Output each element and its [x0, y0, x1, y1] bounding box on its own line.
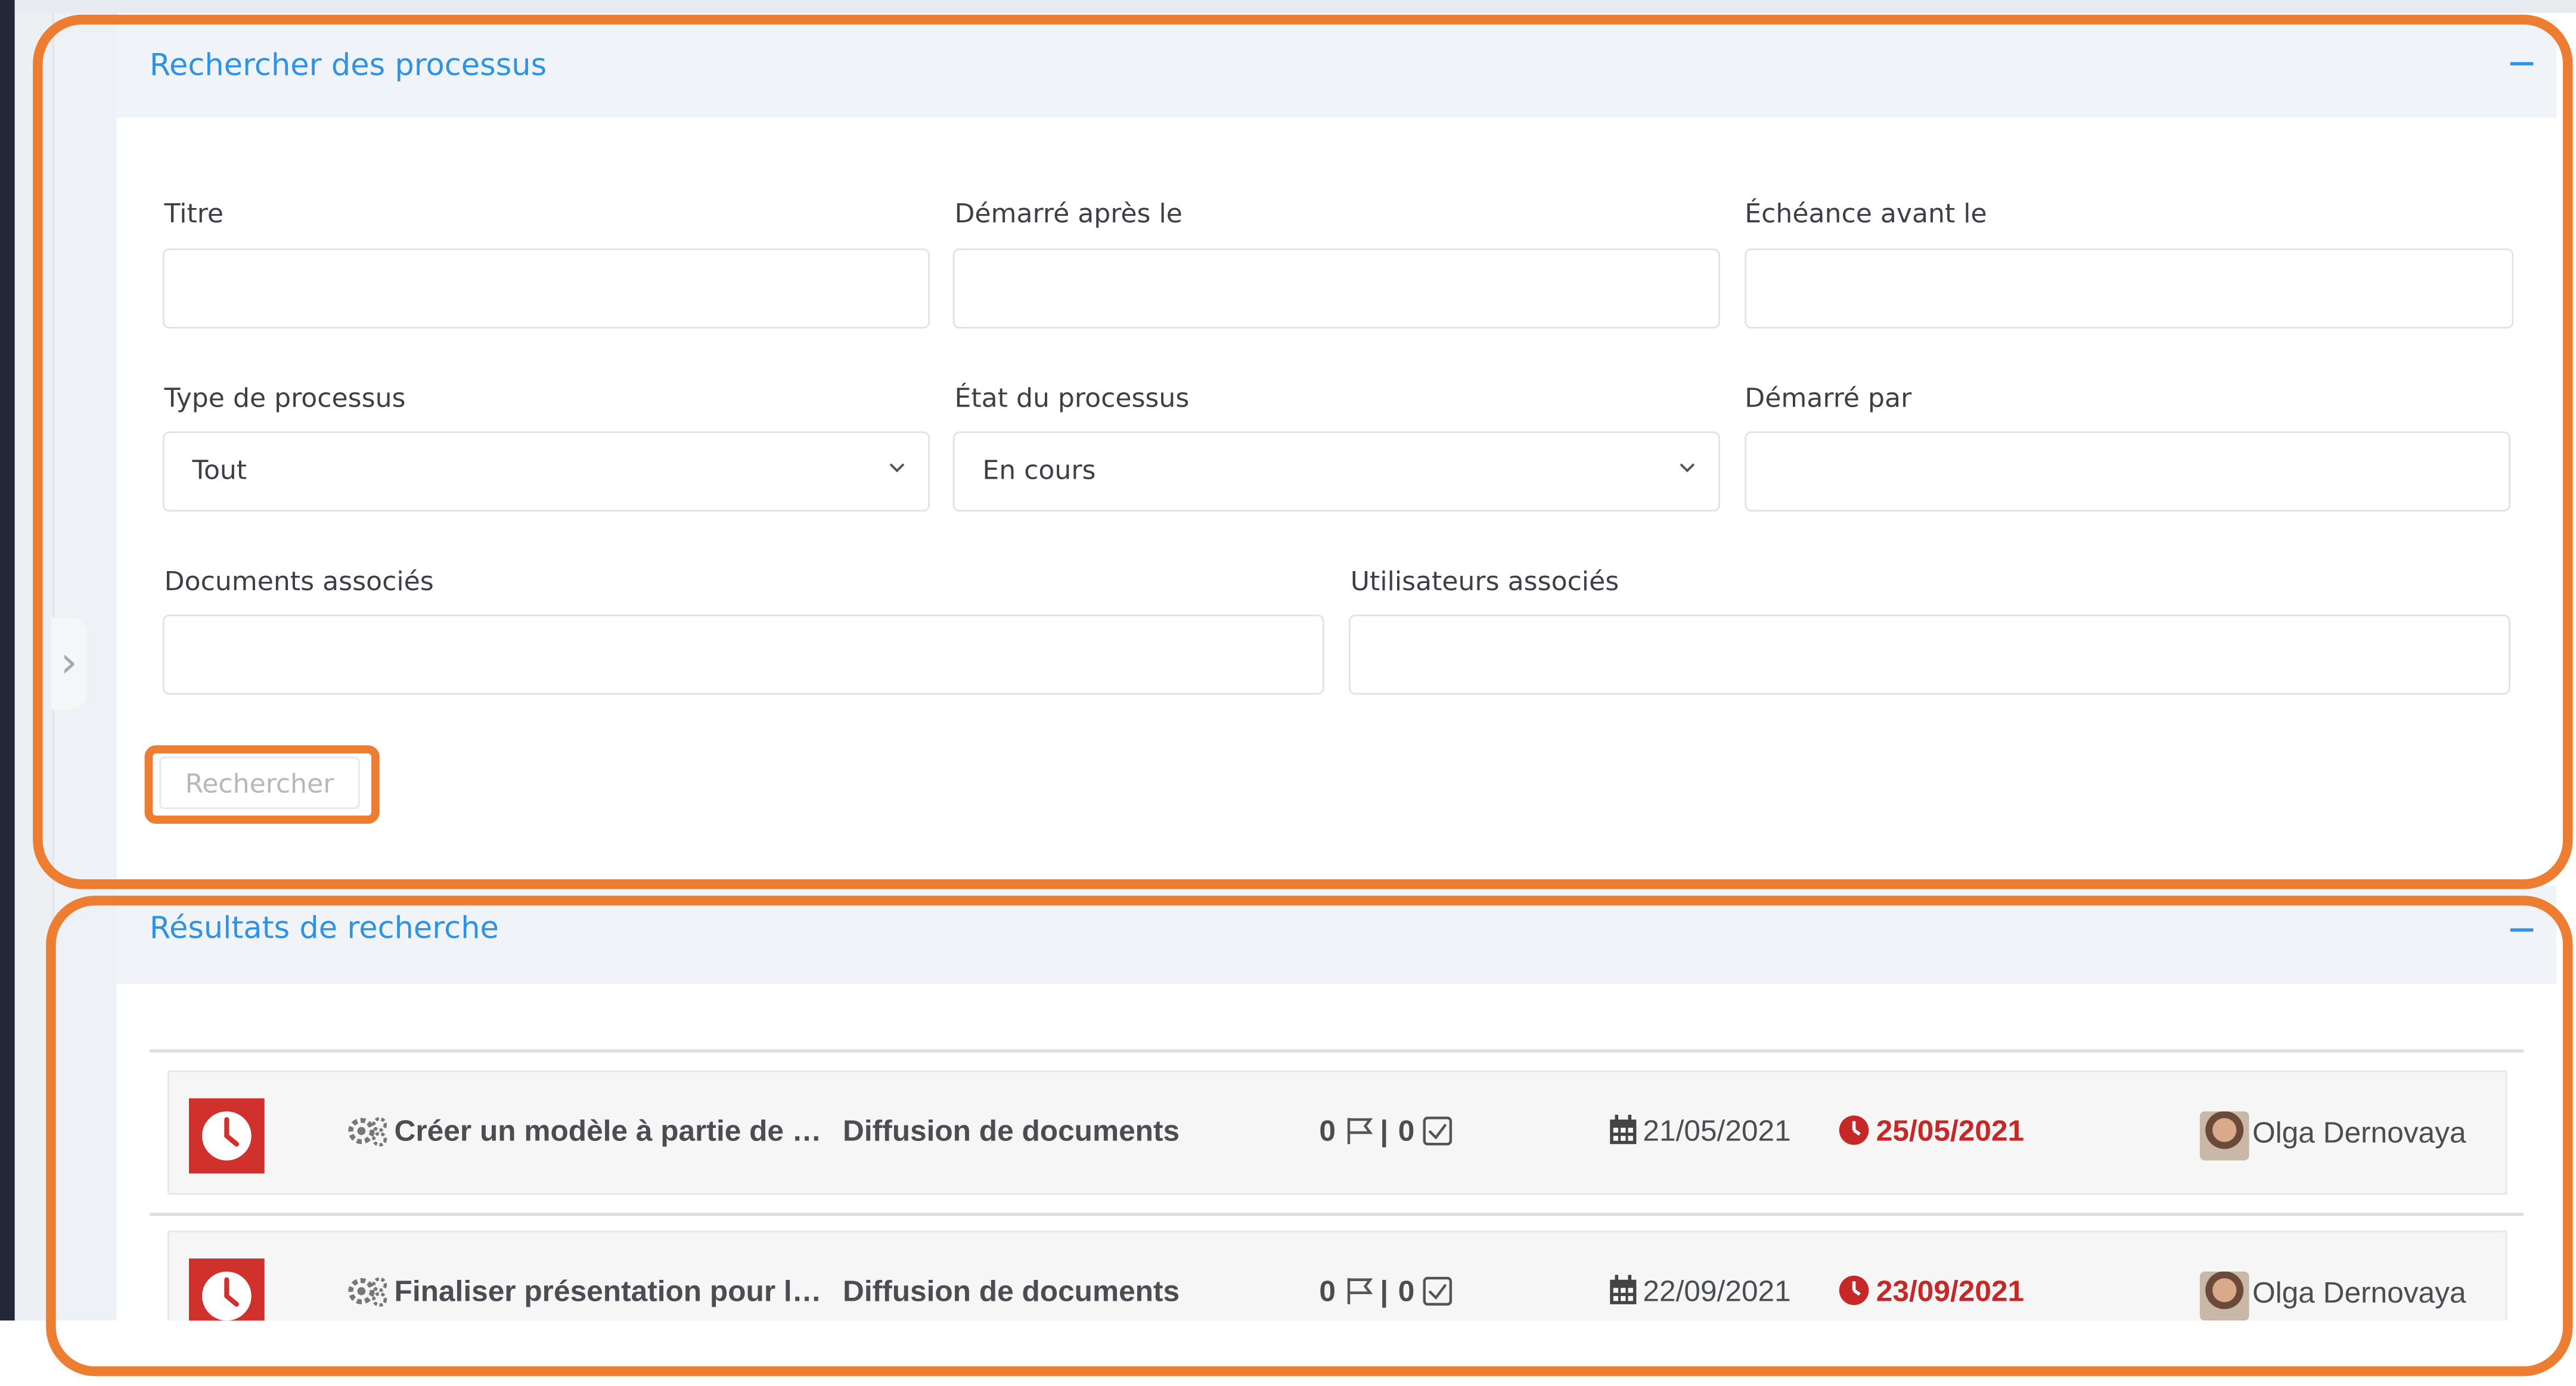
due-before-label: Échéance avant le [1745, 197, 1987, 229]
avatar [2199, 1111, 2249, 1161]
page-bottom-margin [0, 1320, 2576, 1386]
process-name[interactable]: Créer un modèle à partie de … [395, 1115, 822, 1149]
due-date: 23/09/2021 [1876, 1275, 2025, 1308]
checkbox-icon [1423, 1117, 1453, 1146]
flag-count: 0 [1319, 1114, 1336, 1148]
row-divider [149, 1213, 2524, 1216]
process-state-value: En cours [982, 454, 1096, 486]
count-separator: | [1380, 1275, 1389, 1308]
process-type: Diffusion de documents [843, 1275, 1180, 1308]
app-sidebar [0, 0, 15, 1321]
started-by-label: Démarré par [1745, 382, 1912, 414]
app-viewport: › Rechercher des processus Titre Démarré… [0, 0, 2576, 1386]
start-date: 22/09/2021 [1643, 1275, 1791, 1308]
results-divider [149, 1049, 2524, 1053]
process-type-select[interactable]: Tout [162, 431, 930, 512]
avatar [2199, 1272, 2249, 1321]
process-type-value: Tout [192, 454, 247, 486]
process-type-label: Type de processus [164, 382, 406, 414]
chevron-right-icon: › [60, 639, 78, 689]
clock-icon [202, 1272, 252, 1321]
task-count: 0 [1398, 1114, 1415, 1148]
started-after-date-input[interactable] [952, 248, 1720, 329]
calendar-icon [1610, 1114, 1637, 1145]
title-input[interactable] [162, 248, 930, 329]
table-row[interactable]: Créer un modèle à partie de … Diffusion … [167, 1070, 2507, 1195]
search-panel-title: Rechercher des processus [149, 49, 547, 83]
chevron-down-icon [889, 463, 905, 473]
collapse-icon[interactable] [2510, 62, 2534, 66]
title-label: Titre [164, 197, 224, 229]
chevron-down-icon [1680, 463, 1695, 473]
process-state-label: État du processus [954, 382, 1190, 414]
started-after-label: Démarré après le [954, 197, 1183, 229]
due-before-date-input[interactable] [1745, 248, 2514, 329]
top-strip [14, 0, 2576, 13]
sidebar-expand-toggle[interactable]: › [51, 618, 88, 709]
search-panel-header[interactable]: Rechercher des processus [116, 19, 2556, 118]
collapse-icon[interactable] [2510, 928, 2534, 932]
process-name[interactable]: Finaliser présentation pour l… [395, 1275, 822, 1310]
gears-icon [348, 1277, 387, 1307]
gears-icon [348, 1117, 387, 1147]
task-count: 0 [1398, 1275, 1415, 1308]
status-overdue-tile [188, 1098, 265, 1174]
calendar-icon [1610, 1275, 1637, 1304]
flag-count: 0 [1319, 1275, 1336, 1308]
users-input[interactable] [1349, 614, 2510, 695]
search-button[interactable]: Rechercher [159, 756, 360, 810]
results-panel-title: Résultats de recherche [149, 911, 499, 947]
results-panel-header[interactable]: Résultats de recherche [116, 886, 2556, 984]
count-separator: | [1380, 1114, 1389, 1148]
started-by-input[interactable] [1745, 431, 2510, 512]
owner-name[interactable]: Olga Dernovaya [2252, 1276, 2466, 1311]
due-date: 25/05/2021 [1876, 1114, 2025, 1148]
checkbox-icon [1423, 1276, 1453, 1306]
process-type: Diffusion de documents [843, 1114, 1180, 1148]
documents-input[interactable] [162, 614, 1324, 695]
documents-label: Documents associés [164, 565, 434, 597]
clock-icon [1839, 1115, 1869, 1145]
start-date: 21/05/2021 [1643, 1114, 1791, 1148]
flag-icon [1347, 1118, 1373, 1145]
process-state-select[interactable]: En cours [952, 431, 1720, 512]
clock-icon [202, 1111, 252, 1161]
clock-icon [1839, 1275, 1869, 1306]
users-label: Utilisateurs associés [1350, 565, 1619, 597]
owner-name[interactable]: Olga Dernovaya [2252, 1117, 2466, 1151]
flag-icon [1347, 1278, 1373, 1304]
